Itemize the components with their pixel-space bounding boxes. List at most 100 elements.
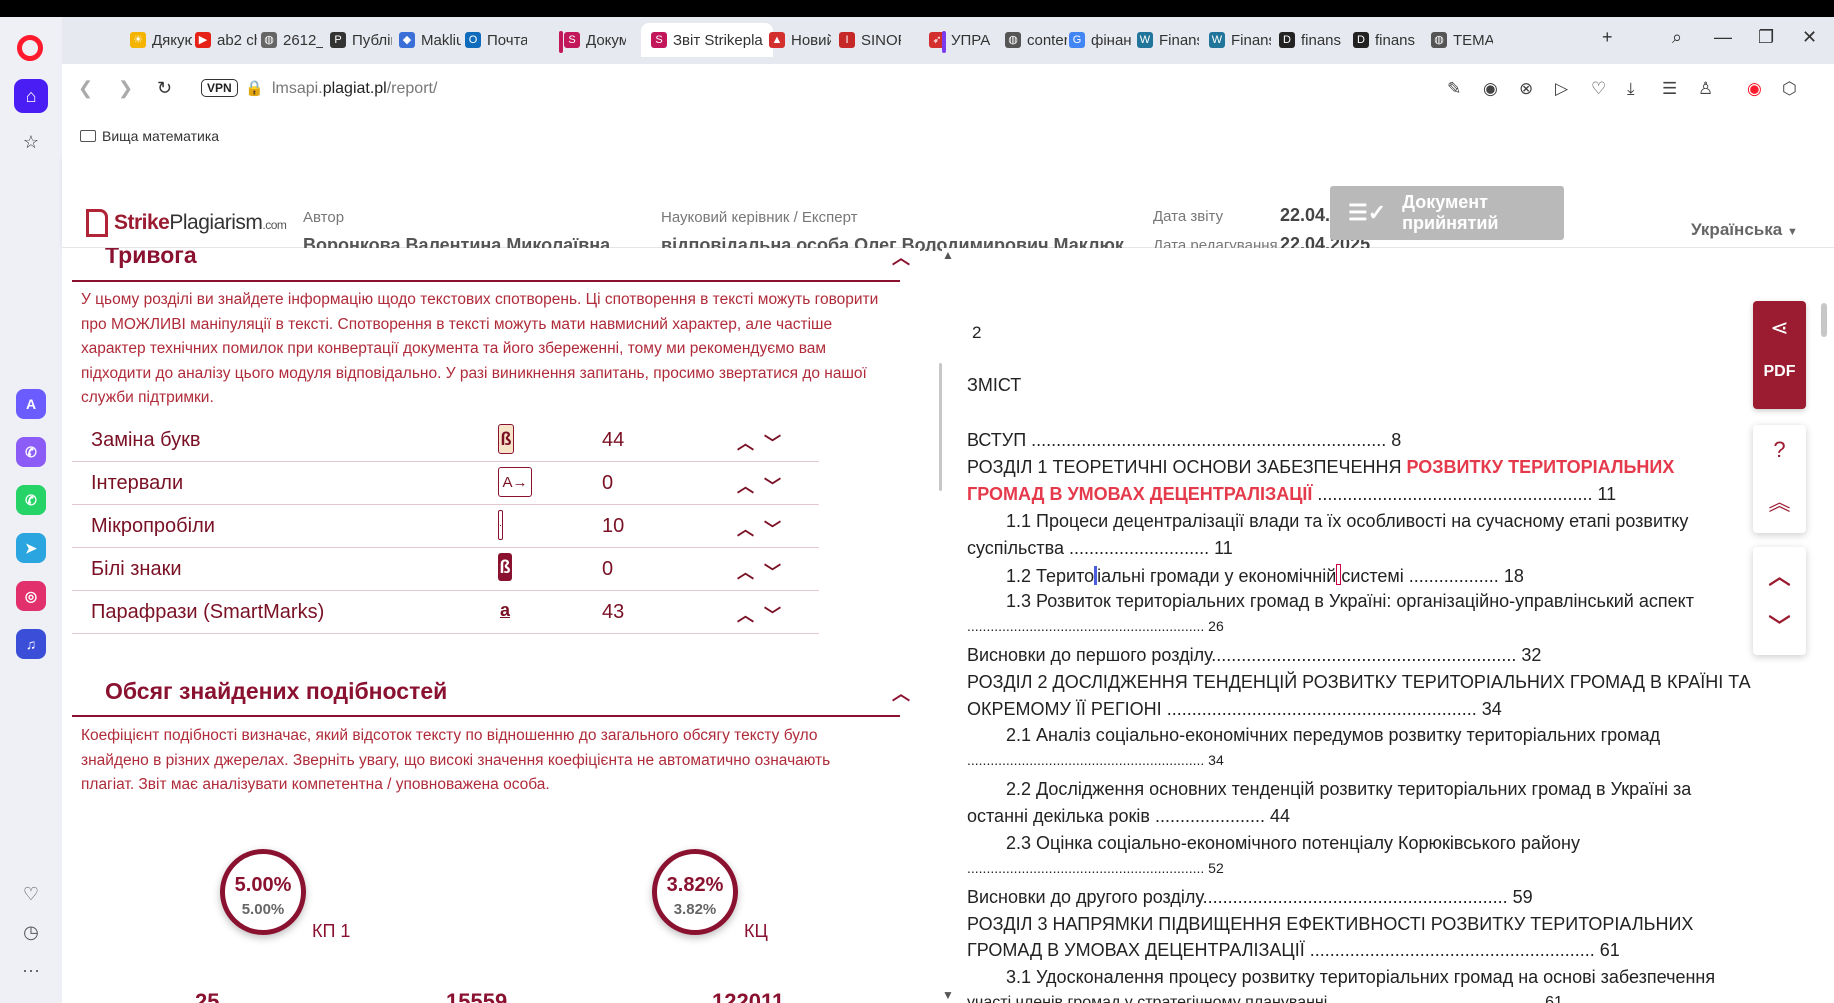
alert-row[interactable]: Мікропробіли · 10 ︿﹀ bbox=[72, 504, 819, 548]
highlighted-text[interactable]: РОЗВИТКУ ТЕРИТОРІАЛЬНИХ bbox=[1407, 457, 1675, 477]
profile-icon[interactable]: ♙ bbox=[1698, 79, 1713, 99]
scroll-down-icon[interactable]: ▼ bbox=[942, 988, 954, 1002]
divider bbox=[72, 280, 900, 282]
tab[interactable]: O Почта bbox=[465, 23, 527, 57]
instagram-icon[interactable]: ◎ bbox=[16, 581, 46, 611]
tab[interactable]: S Звіт Strikepla bbox=[641, 23, 773, 57]
alert-nav-arrows[interactable]: ︿﹀ bbox=[737, 558, 791, 583]
share-icon[interactable]: ⋖ bbox=[1753, 315, 1806, 341]
favicon-icon: ◍ bbox=[1005, 32, 1021, 48]
new-tab-icon[interactable]: + bbox=[1602, 27, 1613, 48]
tab[interactable]: ◍ 2612_n bbox=[261, 23, 323, 57]
collapse-similarity-icon[interactable]: ︿ bbox=[892, 680, 910, 706]
toc-line: ........................................… bbox=[967, 752, 1224, 768]
stat-number: 122011 bbox=[712, 989, 785, 1003]
scroll-up-icon[interactable]: ▲ bbox=[942, 248, 954, 262]
nav-tools: ︿ ﹀ bbox=[1753, 547, 1806, 655]
alert-nav-arrows[interactable]: ︿﹀ bbox=[737, 515, 791, 540]
music-player-icon[interactable]: ♫ bbox=[16, 629, 46, 659]
tab[interactable]: Gфінанс bbox=[1069, 23, 1131, 57]
camera-icon[interactable]: ◉ bbox=[1483, 79, 1498, 99]
tab[interactable]: W Finans bbox=[1137, 23, 1199, 57]
messenger-icon[interactable]: ✆ bbox=[16, 437, 46, 467]
alert-nav-arrows[interactable]: ︿﹀ bbox=[737, 472, 791, 497]
play-icon[interactable]: ▷ bbox=[1555, 79, 1568, 99]
tab[interactable]: ◍ TEMA bbox=[1431, 23, 1493, 57]
bookmark-folder[interactable]: Вища математика bbox=[80, 128, 219, 144]
aria-icon[interactable]: A bbox=[16, 389, 46, 419]
edit-icon[interactable]: ✎ bbox=[1447, 79, 1461, 99]
toc-text: іальні громади у економічній bbox=[1097, 566, 1337, 586]
tab[interactable]: Dfinansy bbox=[1279, 23, 1341, 57]
restore-icon[interactable]: ❐ bbox=[1758, 27, 1774, 48]
tab[interactable]: ☀ Дякую bbox=[130, 23, 192, 57]
forward-icon[interactable]: ❯ bbox=[118, 78, 133, 99]
tab[interactable]: ▲ Новий bbox=[769, 23, 831, 57]
tab[interactable]: ◍ conter bbox=[1005, 23, 1067, 57]
tab[interactable]: W Finans bbox=[1209, 23, 1271, 57]
url-prefix: lmsapi. bbox=[272, 80, 323, 97]
alert-row[interactable]: Білі знаки ß 0 ︿﹀ bbox=[72, 547, 819, 591]
tab[interactable]: ➶УПРАВ bbox=[929, 23, 991, 57]
toc-line: суспільства ............................… bbox=[967, 538, 1233, 558]
favicon-icon: ◍ bbox=[261, 32, 277, 48]
more-icon[interactable]: ··· bbox=[14, 953, 48, 987]
alert-nav-arrows[interactable]: ︿﹀ bbox=[737, 429, 791, 454]
favicon-icon: D bbox=[1279, 32, 1295, 48]
back-icon[interactable]: ❮ bbox=[78, 78, 93, 99]
highlighted-text[interactable]: ГРОМАД В УМОВАХ ДЕЦЕНТРАЛІЗАЦІЇ bbox=[967, 484, 1312, 504]
alert-row[interactable]: Парафрази (SmartMarks) a 43 ︿﹀ bbox=[72, 590, 819, 634]
opera-logo-icon[interactable] bbox=[17, 35, 43, 61]
document-accepted-button[interactable]: ☰✓ Документ прийнятий bbox=[1330, 186, 1564, 240]
telegram-icon[interactable]: ➤ bbox=[16, 533, 46, 563]
settings-sliders-icon[interactable]: ☰ bbox=[1662, 79, 1677, 99]
favicon-icon: ▲ bbox=[769, 32, 785, 48]
collapse-alert-icon[interactable]: ︿ bbox=[892, 248, 910, 270]
adblock-icon[interactable]: ⊗ bbox=[1519, 79, 1533, 99]
scroll-top-icon[interactable]: ︽ bbox=[1753, 485, 1806, 517]
alert-section-title: Тривога bbox=[105, 248, 197, 268]
close-window-icon[interactable]: ✕ bbox=[1802, 27, 1817, 48]
history-icon[interactable]: ◷ bbox=[14, 915, 48, 949]
vpn-badge[interactable]: VPN bbox=[201, 79, 238, 97]
home-icon[interactable]: ⌂ bbox=[14, 79, 48, 113]
tab[interactable]: I SINOP bbox=[839, 23, 901, 57]
star-icon[interactable]: ☆ bbox=[14, 125, 48, 159]
tab[interactable]: ▶ ab2 ch bbox=[195, 23, 257, 57]
next-icon[interactable]: ﹀ bbox=[1753, 609, 1806, 641]
whatsapp-icon[interactable]: ✆ bbox=[16, 485, 46, 515]
download-icon[interactable]: ⤓ bbox=[1627, 79, 1635, 99]
help-icon[interactable]: ? bbox=[1753, 437, 1806, 463]
brand-logo[interactable]: StrikePlagiarism.com bbox=[114, 211, 287, 235]
extensions-icon[interactable]: ⬡ bbox=[1782, 79, 1797, 99]
toc-line: 3.1 Удосконалення процесу розвитку терит… bbox=[1006, 967, 1716, 987]
alert-row[interactable]: Заміна букв ß 44 ︿﹀ bbox=[72, 418, 819, 462]
previous-icon[interactable]: ︿ bbox=[1753, 559, 1806, 591]
tab[interactable]: ◆ Makliu bbox=[399, 23, 461, 57]
opera-menu-icon[interactable]: ◉ bbox=[1747, 79, 1762, 99]
minimize-icon[interactable]: — bbox=[1714, 27, 1732, 48]
tab-group-marker bbox=[559, 31, 563, 53]
heart-icon[interactable]: ♡ bbox=[14, 877, 48, 911]
gauge-kc: 3.82% 3.82% bbox=[652, 849, 738, 935]
alert-nav-arrows[interactable]: ︿﹀ bbox=[737, 601, 791, 626]
toc-line: ОКРЕМОМУ ЇЇ РЕГІОНІ ....................… bbox=[967, 699, 1502, 719]
url-field[interactable]: lmsapi.plagiat.pl/report/ bbox=[272, 80, 437, 98]
alert-row[interactable]: Інтервали A→ 0 ︿﹀ bbox=[72, 461, 819, 505]
search-tabs-icon[interactable]: ⌕ bbox=[1672, 27, 1682, 48]
language-select[interactable]: Українська ▼ bbox=[1691, 220, 1798, 240]
lock-icon[interactable]: 🔒 bbox=[245, 79, 264, 97]
reload-icon[interactable]: ↻ bbox=[157, 78, 172, 99]
favicon-icon: O bbox=[465, 32, 481, 48]
page-scrollbar[interactable] bbox=[1821, 303, 1827, 337]
tab[interactable]: Dfinansy bbox=[1353, 23, 1415, 57]
favicon-icon: ☀ bbox=[130, 32, 146, 48]
alert-name: Парафрази (SmartMarks) bbox=[91, 601, 325, 623]
supervisor-label: Науковий керівник / Експерт bbox=[661, 209, 858, 226]
toc-line: ВСТУП ..................................… bbox=[967, 430, 1402, 450]
favorite-icon[interactable]: ♡ bbox=[1591, 79, 1606, 99]
tab-label: Makliu bbox=[421, 31, 461, 49]
tab[interactable]: S Докум bbox=[564, 23, 626, 57]
pdf-icon[interactable]: PDF bbox=[1753, 363, 1806, 381]
tab[interactable]: P Публік bbox=[330, 23, 392, 57]
